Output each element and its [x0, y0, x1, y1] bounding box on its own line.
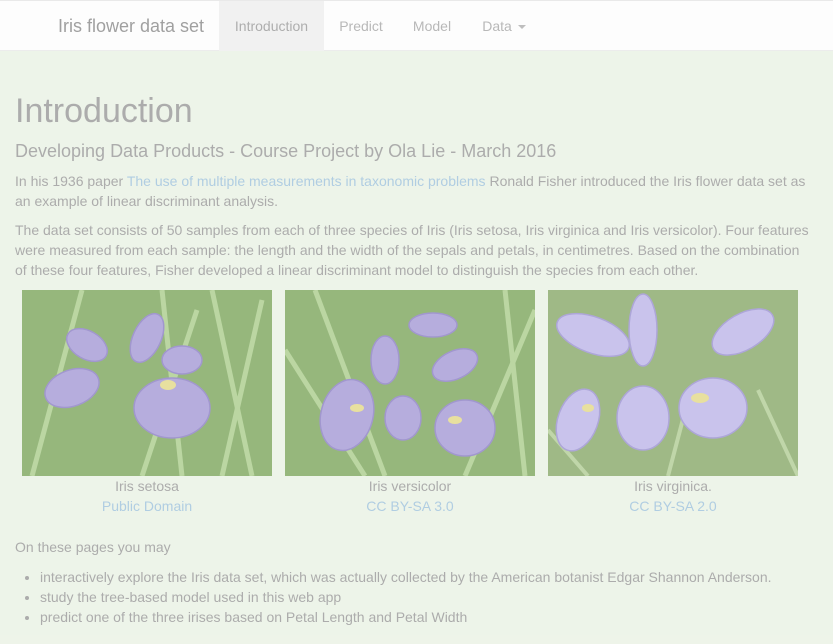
- figure-iris-virginica: Iris virginica. CC BY-SA 2.0: [548, 290, 798, 516]
- list-item: predict one of the three irises based on…: [40, 607, 772, 627]
- dataset-paragraph: The data set consists of 50 samples from…: [15, 222, 809, 278]
- list-item: interactively explore the Iris data set,…: [40, 567, 772, 587]
- top-navbar: Iris flower data set Introduction Predic…: [0, 0, 833, 51]
- nav-tab-model[interactable]: Model: [398, 1, 466, 51]
- license-link[interactable]: CC BY-SA 2.0: [548, 496, 798, 516]
- figure-caption: Iris setosa: [115, 478, 179, 494]
- intro-paragraph: In his 1936 paper The use of multiple me…: [15, 171, 815, 211]
- nav-tab-introduction[interactable]: Introduction: [219, 1, 324, 51]
- outro-lead: On these pages you may: [15, 539, 171, 555]
- caret-down-icon: [517, 25, 526, 30]
- intro-text-before: In his 1936 paper: [15, 173, 127, 189]
- figure-caption: Iris versicolor: [368, 478, 452, 494]
- figure-iris-versicolor: Iris versicolor CC BY-SA 3.0: [285, 290, 535, 516]
- fisher-paper-link[interactable]: The use of multiple measurements in taxo…: [127, 173, 486, 189]
- iris-setosa-image: [22, 290, 272, 476]
- nav-dropdown-data[interactable]: Data: [467, 1, 541, 51]
- iris-versicolor-image: [285, 290, 535, 476]
- figure-iris-setosa: Iris setosa Public Domain: [22, 290, 272, 516]
- figure-caption: Iris virginica.: [634, 478, 712, 494]
- feature-list: interactively explore the Iris data set,…: [20, 567, 772, 627]
- page-subtitle: Developing Data Products - Course Projec…: [15, 141, 557, 161]
- navbar-brand[interactable]: Iris flower data set: [58, 1, 204, 51]
- iris-virginica-image: [548, 290, 798, 476]
- nav-dropdown-data-label: Data: [482, 18, 512, 34]
- nav-tab-predict[interactable]: Predict: [325, 1, 397, 51]
- license-link[interactable]: CC BY-SA 3.0: [285, 496, 535, 516]
- license-link[interactable]: Public Domain: [22, 496, 272, 516]
- list-item: study the tree-based model used in this …: [40, 587, 772, 607]
- page-title: Introduction: [15, 92, 193, 130]
